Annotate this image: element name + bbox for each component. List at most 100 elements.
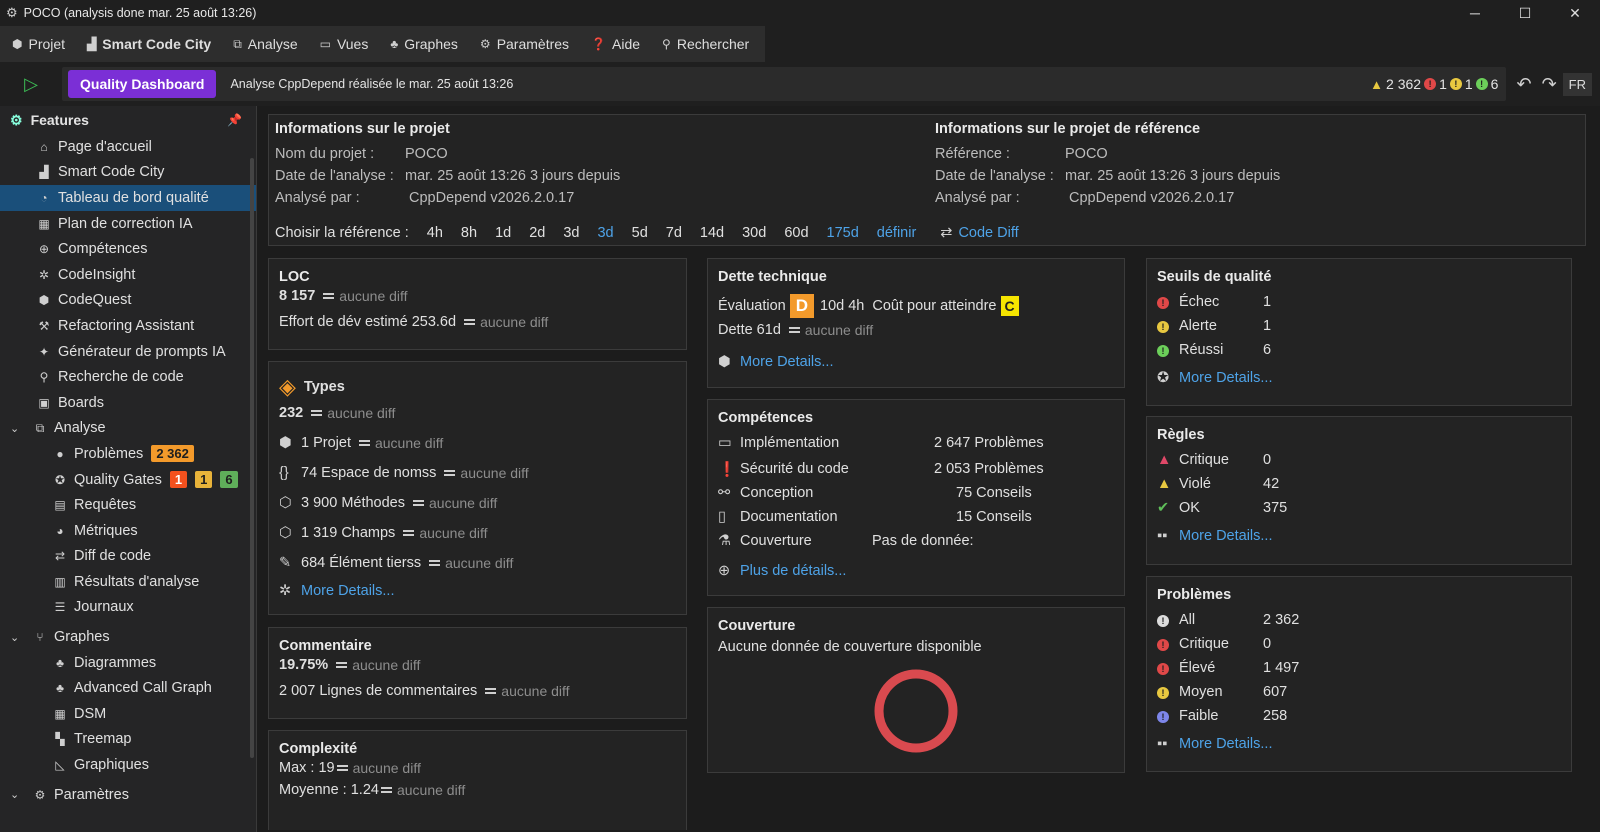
sidebar-item-requetes[interactable]: ▤ Requêtes [0,492,256,518]
toolbar: ▷ Quality Dashboard Analyse CppDepend ré… [0,62,1600,106]
gates-pass-badge: 6 [220,471,238,489]
chevron-down-icon: ⌄ [10,789,20,802]
debt-cost-label: Coût pour atteindre [872,298,997,314]
menu-smart-code-city[interactable]: ▟ Smart Code City [75,26,221,62]
ref-option-5d[interactable]: 5d [632,225,648,241]
reference-name: POCO [1065,146,1108,162]
menu-projet[interactable]: ⬢ Projet [0,26,75,62]
sidebar-item-resultats[interactable]: ▥ Résultats d'analyse [0,569,256,595]
ref-option-7d[interactable]: 7d [666,225,682,241]
menu-rechercher[interactable]: ⚲ Rechercher [650,26,759,62]
check-icon: ✔ [1157,500,1170,516]
maximize-icon[interactable]: ☐ [1500,5,1550,22]
menu-aide[interactable]: ❓ Aide [579,26,650,62]
ref-option-8h[interactable]: 8h [461,225,477,241]
gates-more-details-link[interactable]: More Details... [1179,370,1272,386]
skills-more-details-link[interactable]: Plus de détails... [740,563,846,579]
sidebar-item-quality-dashboard[interactable]: ◔ Tableau de bord qualité [0,185,256,211]
debt-more-details-link[interactable]: More Details... [740,354,833,370]
reference-label: Référence : [935,146,1010,162]
menu-analyse[interactable]: ⧉ Analyse [221,26,307,62]
ref-option-60d[interactable]: 60d [784,225,808,241]
sidebar-item-graphiques[interactable]: ◺ Graphiques [0,752,256,778]
loc-title: LOC [279,269,310,285]
dashboard-icon: ◔ [40,190,48,205]
sidebar-group-analyse[interactable]: ⌄ ⧉ Analyse [0,416,256,442]
menu-graphes[interactable]: ♣ Graphes [378,26,468,62]
sidebar-item-competences[interactable]: ⊕ Compétences [0,236,256,262]
ref-option-3d-selected[interactable]: 3d [597,225,613,241]
sidebar-item-codeinsight[interactable]: ✲ CodeInsight [0,262,256,288]
complexity-title: Complexité [279,741,358,757]
sidebar-item-codequest[interactable]: ⬢ CodeQuest [0,288,256,314]
equal-icon [336,765,348,771]
code-diff-link[interactable]: Code Diff [958,225,1018,241]
city-icon: ▟ [87,37,97,51]
sidebar-item-home[interactable]: ⌂ Page d'accueil [0,134,256,160]
menu-vues[interactable]: ▭ Vues [308,26,379,62]
back-arrow-icon[interactable]: ↶ [1516,74,1531,95]
sidebar-item-code-search[interactable]: ⚲ Recherche de code [0,364,256,390]
sidebar-item-ai-plan[interactable]: ▦ Plan de correction IA [0,211,256,237]
project-name: POCO [405,146,448,162]
codeinsight-icon: ✲ [38,267,50,282]
sidebar-item-prompt-generator[interactable]: ✦ Générateur de prompts IA [0,339,256,365]
problems-more-details-link[interactable]: More Details... [1179,736,1272,752]
sidebar-item-call-graph[interactable]: ♣ Advanced Call Graph [0,675,256,701]
features-icon: ⚙ [10,111,23,128]
equal-icon [323,293,335,299]
sidebar-item-refactoring[interactable]: ⚒ Refactoring Assistant [0,313,256,339]
minimize-icon[interactable]: ─ [1450,5,1500,22]
ref-option-14d[interactable]: 14d [700,225,724,241]
sidebar-item-boards[interactable]: ▣ Boards [0,390,256,416]
quality-dashboard-button[interactable]: Quality Dashboard [68,70,217,98]
violated-triangle-icon: ▲ [1157,476,1172,492]
ref-option-1d[interactable]: 1d [495,225,511,241]
sidebar-item-treemap[interactable]: ▚ Treemap [0,727,256,753]
query-icon: ▤ [54,498,66,513]
implementation-icon: ▭ [718,435,732,451]
features-sidebar: ⚙ Features 📌 ⌂ Page d'accueil ▟ Smart Code… [0,106,257,832]
gear-icon: ⚙ [479,37,491,51]
ref-option-30d[interactable]: 30d [742,225,766,241]
ref-option-2d[interactable]: 2d [529,225,545,241]
sidebar-item-diagrammes[interactable]: ♣ Diagrammes [0,650,256,676]
pin-icon[interactable]: 📌 [227,113,242,127]
rules-card: Règles ▲ Critique 0 ▲ Violé 42 ✔ OK 375 ▪▪ More… [1146,416,1572,565]
sidebar-group-graphes[interactable]: ⌄ ⑂ Graphes [0,624,256,650]
treemap-icon: ▚ [55,732,65,747]
sidebar-item-quality-gates[interactable]: ✪ Quality Gates 1 1 6 [0,467,256,493]
sidebar-item-diff[interactable]: ⇄ Diff de code [0,544,256,570]
sidebar-group-parametres[interactable]: ⌄ ⚙ Paramètres [0,782,256,808]
results-icon: ▥ [54,574,66,589]
menu-parametres[interactable]: ⚙ Paramètres [468,26,579,62]
issue-counters[interactable]: ▲ 2 362 ! 1 ! 1 ! 6 [1370,76,1506,92]
sidebar-item-metriques[interactable]: ◕ Métriques [0,518,256,544]
language-button[interactable]: FR [1562,72,1592,96]
close-icon[interactable]: ✕ [1550,5,1600,22]
sidebar-item-dsm[interactable]: ▦ DSM [0,701,256,727]
sidebar-scrollbar[interactable] [250,158,254,758]
sidebar-item-journaux[interactable]: ☰ Journaux [0,595,256,621]
sidebar-item-problemes[interactable]: ● Problèmes 2 362 [0,441,256,467]
ref-option-definir[interactable]: définir [877,225,917,241]
app-gear-icon: ⚙ [6,5,18,20]
rules-more-details-link[interactable]: More Details... [1179,528,1272,544]
complexity-avg: Moyenne : 1.24 [279,782,379,798]
coverage-flask-icon: ⚗ [718,533,731,549]
ref-option-3d[interactable]: 3d [563,225,579,241]
forward-arrow-icon[interactable]: ↷ [1542,74,1557,95]
home-icon: ⌂ [40,139,48,154]
ref-option-175d[interactable]: 175d [827,225,859,241]
types-more-details-link[interactable]: More Details... [301,583,394,599]
project-date-label: Date de l'analyse : [275,168,394,184]
run-analysis-button[interactable]: ▷ [0,62,62,106]
help-icon: ❓ [591,37,606,51]
skills-icon: ⊕ [38,242,50,257]
sidebar-item-smart-code-city[interactable]: ▟ Smart Code City [0,160,256,186]
ref-option-4h[interactable]: 4h [427,225,443,241]
third-party-icon: ✎ [279,555,292,571]
project-date: mar. 25 août 13:26 3 jours depuis [405,168,621,184]
branch-icon: ⑂ [36,630,44,645]
project-info-title: Informations sur le projet [275,121,450,137]
